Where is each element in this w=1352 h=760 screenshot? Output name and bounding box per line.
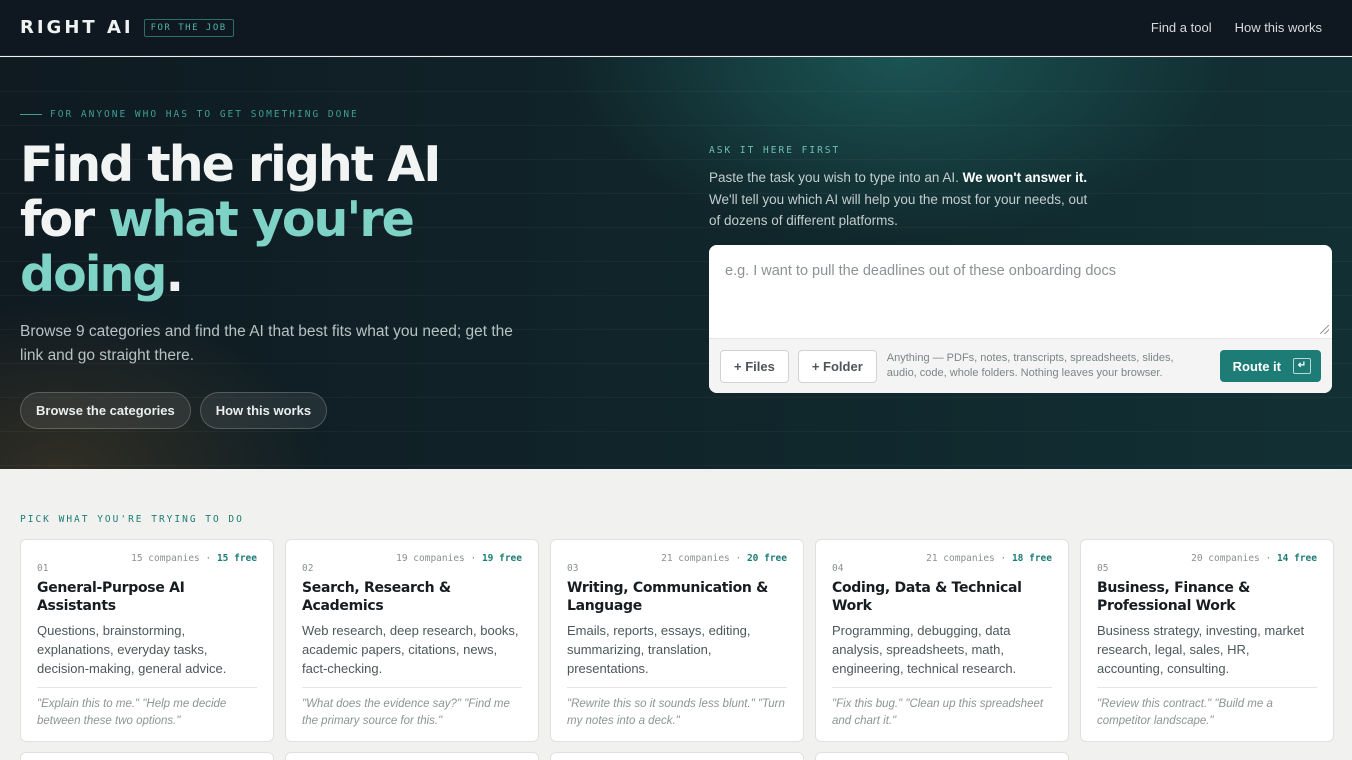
card-number: 05: [1097, 563, 1109, 574]
category-card-partial[interactable]: [285, 752, 539, 760]
ask-label: ASK IT HERE FIRST: [709, 145, 841, 156]
hero-eyebrow: FOR ANYONE WHO HAS TO GET SOMETHING DONE: [20, 109, 359, 120]
card-companies: 21 companies: [661, 553, 730, 564]
card-divider: [832, 687, 1052, 688]
main-nav: Find a tool How this works: [1151, 20, 1332, 35]
headline-part1: Find the right AI: [20, 136, 441, 193]
card-meta: 05 20 companies · 14 free: [1097, 553, 1317, 574]
eyebrow-rule: [20, 114, 42, 115]
card-description: Business strategy, investing, market res…: [1097, 623, 1305, 676]
categories-label: PICK WHAT YOU'RE TRYING TO DO: [20, 514, 244, 525]
ask-footer: + Files + Folder Anything — PDFs, notes,…: [709, 338, 1332, 393]
category-cards: 01 15 companies · 15 free General-Purpos…: [20, 539, 1334, 742]
card-counts: 20 companies · 14 free: [1191, 553, 1317, 564]
card-companies: 19 companies: [396, 553, 465, 564]
resize-handle-icon[interactable]: [1320, 325, 1329, 334]
upload-note: Anything — PDFs, notes, transcripts, spr…: [886, 351, 1174, 380]
card-description: Emails, reports, essays, editing, summar…: [567, 623, 751, 676]
ask-desc-bold: We won't answer it.: [962, 170, 1088, 185]
hero-subtext: Browse 9 categories and find the AI that…: [20, 323, 513, 364]
top-nav-bar: RIGHT AI FOR THE JOB Find a tool How thi…: [0, 0, 1352, 56]
card-free-count: 15 free: [216, 553, 257, 564]
card-number: 04: [832, 563, 844, 574]
card-title: General-Purpose AI Assistants: [37, 580, 185, 614]
card-meta: 04 21 companies · 18 free: [832, 553, 1052, 574]
card-meta: 03 21 companies · 20 free: [567, 553, 787, 574]
card-meta: 02 19 companies · 19 free: [302, 553, 522, 574]
browse-categories-button[interactable]: Browse the categories: [20, 392, 191, 429]
card-title: Business, Finance & Professional Work: [1097, 580, 1251, 614]
card-description: Programming, debugging, data analysis, s…: [832, 623, 1017, 676]
ask-description: Paste the task you wish to type into an …: [709, 167, 1089, 232]
category-card-partial[interactable]: [20, 752, 274, 760]
card-counts: 19 companies · 19 free: [396, 553, 522, 564]
headline-part2: for: [20, 191, 95, 248]
card-counts: 15 companies · 15 free: [131, 553, 257, 564]
card-companies: 15 companies: [131, 553, 200, 564]
card-free-count: 18 free: [1011, 553, 1052, 564]
category-card-writing-communication[interactable]: 03 21 companies · 20 free Writing, Commu…: [550, 539, 804, 742]
category-cards-row-2: [20, 752, 1069, 760]
card-divider: [1097, 687, 1317, 688]
category-card-partial[interactable]: [550, 752, 804, 760]
route-it-label: Route it: [1232, 358, 1281, 374]
card-example-quote: "What does the evidence say?" "Find me t…: [302, 698, 510, 727]
category-card-partial[interactable]: [815, 752, 1069, 760]
card-divider: [37, 687, 257, 688]
hero-headline: Find the right AI for what you're doing.: [20, 137, 540, 302]
ask-desc-part1: Paste the task you wish to type into an …: [709, 170, 959, 185]
card-description: Web research, deep research, books, acad…: [302, 623, 519, 676]
card-counts: 21 companies · 18 free: [926, 553, 1052, 564]
card-description: Questions, brainstorming, explanations, …: [37, 623, 227, 676]
eyebrow-text: FOR ANYONE WHO HAS TO GET SOMETHING DONE: [50, 109, 359, 120]
hero-buttons: Browse the categories How this works: [20, 392, 328, 429]
card-example-quote: "Fix this bug." "Clean up this spreadshe…: [832, 698, 1044, 727]
task-input[interactable]: [709, 245, 1332, 338]
hero-section: FOR ANYONE WHO HAS TO GET SOMETHING DONE…: [0, 57, 1352, 469]
logo-tag: FOR THE JOB: [143, 18, 234, 37]
logo[interactable]: RIGHT AI: [20, 17, 134, 38]
add-files-button[interactable]: + Files: [720, 349, 789, 383]
card-counts: 21 companies · 20 free: [661, 553, 787, 564]
card-title: Coding, Data & Technical Work: [832, 580, 1022, 614]
category-card-business-finance[interactable]: 05 20 companies · 14 free Business, Fina…: [1080, 539, 1334, 742]
category-card-coding-data[interactable]: 04 21 companies · 18 free Coding, Data &…: [815, 539, 1069, 742]
nav-find-a-tool[interactable]: Find a tool: [1151, 20, 1212, 35]
category-card-search-research[interactable]: 02 19 companies · 19 free Search, Resear…: [285, 539, 539, 742]
card-companies: 21 companies: [926, 553, 995, 564]
add-folder-button[interactable]: + Folder: [797, 349, 877, 383]
ask-box: + Files + Folder Anything — PDFs, notes,…: [709, 245, 1332, 393]
route-it-button[interactable]: Route it ↵: [1219, 350, 1321, 382]
how-this-works-button[interactable]: How this works: [199, 392, 328, 429]
card-free-count: 14 free: [1276, 553, 1317, 564]
ask-desc-part2: We'll tell you which AI will help you th…: [709, 191, 1088, 229]
card-divider: [567, 687, 787, 688]
card-number: 02: [302, 563, 314, 574]
nav-how-this-works[interactable]: How this works: [1235, 20, 1322, 35]
card-number: 01: [37, 563, 49, 574]
card-title: Writing, Communication & Language: [567, 580, 769, 614]
card-example-quote: "Review this contract." "Build me a comp…: [1097, 698, 1273, 727]
enter-key-icon: ↵: [1293, 358, 1311, 374]
card-free-count: 19 free: [481, 553, 522, 564]
card-title: Search, Research & Academics: [302, 580, 451, 614]
card-number: 03: [567, 563, 579, 574]
card-divider: [302, 687, 522, 688]
card-example-quote: "Explain this to me." "Help me decide be…: [37, 698, 227, 727]
card-meta: 01 15 companies · 15 free: [37, 553, 257, 574]
category-card-general-purpose[interactable]: 01 15 companies · 15 free General-Purpos…: [20, 539, 274, 742]
card-free-count: 20 free: [746, 553, 787, 564]
headline-end: .: [165, 246, 185, 303]
card-companies: 20 companies: [1191, 553, 1260, 564]
card-example-quote: "Rewrite this so it sounds less blunt." …: [567, 698, 785, 727]
